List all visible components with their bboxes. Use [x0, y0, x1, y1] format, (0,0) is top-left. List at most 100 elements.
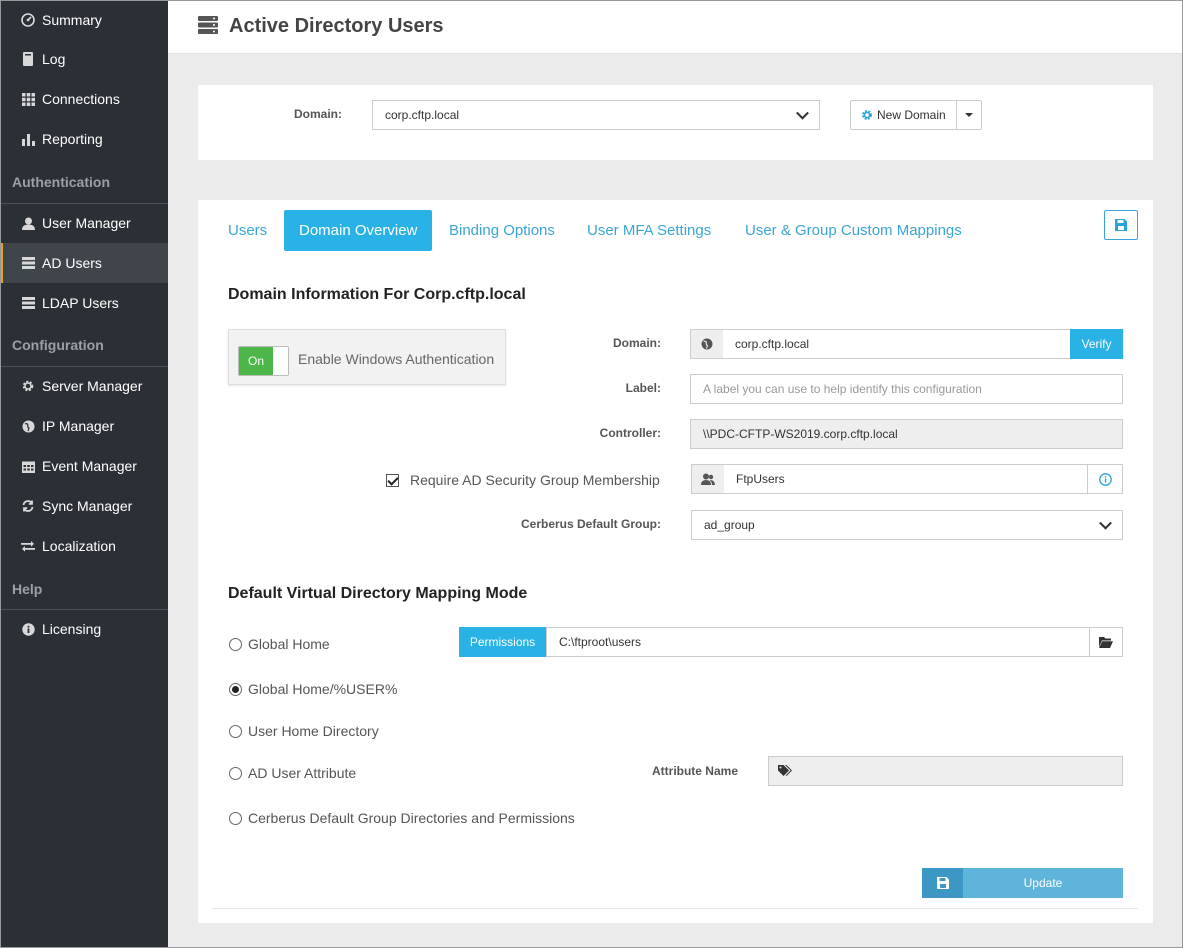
update-label: Update — [1023, 876, 1063, 890]
floppy-disk-icon — [922, 868, 963, 898]
tab-users[interactable]: Users — [228, 210, 267, 251]
sidebar-item-server-manager[interactable]: Server Manager — [0, 366, 168, 406]
windows-auth-toggle[interactable]: On — [238, 346, 289, 376]
default-group-label: Cerberus Default Group: — [520, 517, 661, 531]
sidebar-item-ip-manager[interactable]: IP Manager — [0, 406, 168, 446]
sidebar-item-label: LDAP Users — [42, 295, 119, 311]
floppy-disk-icon — [1115, 219, 1127, 231]
home-path-value: C:\ftproot\users — [559, 635, 642, 649]
domain-info-title: Domain Information For Corp.cftp.local — [228, 286, 526, 303]
mapping-mode-title: Default Virtual Directory Mapping Mode — [228, 585, 528, 602]
sidebar-item-label: Reporting — [42, 131, 103, 147]
browse-folder-button[interactable] — [1089, 627, 1123, 657]
sidebar-item-sync-manager[interactable]: Sync Manager — [0, 486, 168, 526]
radio-user-home-directory-label: User Home Directory — [248, 723, 379, 739]
security-group-field[interactable]: FtpUsers — [724, 464, 1088, 494]
new-domain-button-group: New Domain — [850, 100, 982, 130]
gear-icon — [21, 379, 35, 393]
toggle-on-label: On — [239, 347, 273, 375]
sidebar-item-label: Log — [42, 51, 66, 67]
globe-icon — [21, 419, 35, 433]
radio-global-home-label: Global Home — [248, 636, 330, 652]
sidebar-item-label: User Manager — [42, 215, 131, 231]
domain-field[interactable]: corp.cftp.local — [723, 329, 1071, 359]
domain-select[interactable]: corp.cftp.local — [372, 100, 820, 130]
radio-global-home-user-label: Global Home/%USER% — [248, 681, 398, 697]
server-icon — [198, 16, 218, 34]
permissions-button[interactable]: Permissions — [459, 627, 546, 657]
tab-binding-options[interactable]: Binding Options — [449, 210, 555, 251]
calendar-icon — [21, 459, 35, 473]
default-group-select[interactable]: ad_group — [691, 510, 1123, 540]
refresh-icon — [21, 499, 35, 513]
tab-user-group-custom-mappings[interactable]: User & Group Custom Mappings — [745, 210, 962, 251]
radio-user-home-directory[interactable] — [229, 725, 242, 738]
new-domain-dropdown-toggle[interactable] — [957, 101, 981, 129]
windows-auth-label: Enable Windows Authentication — [298, 351, 495, 367]
server-icon — [21, 256, 35, 270]
radio-ad-user-attribute-label: AD User Attribute — [248, 765, 357, 781]
info-icon — [1098, 472, 1112, 486]
sidebar-item-reporting[interactable]: Reporting — [0, 119, 168, 159]
exchange-icon — [21, 539, 35, 553]
sidebar-item-ad-users[interactable]: AD Users — [0, 243, 168, 283]
sidebar-item-label: Server Manager — [42, 378, 143, 394]
sidebar-item-connections[interactable]: Connections — [0, 79, 168, 119]
tab-domain-overview[interactable]: Domain Overview — [284, 210, 433, 251]
sidebar-item-label: Summary — [42, 12, 102, 28]
tags-icon — [768, 756, 802, 786]
require-group-label: Require AD Security Group Membership — [410, 472, 660, 488]
radio-ad-user-attribute[interactable] — [229, 767, 242, 780]
sidebar-item-label: AD Users — [42, 255, 102, 271]
gear-icon — [862, 110, 872, 120]
sidebar-item-label: Localization — [42, 538, 116, 554]
divider — [212, 908, 1138, 909]
default-group-value: ad_group — [704, 518, 755, 532]
sidebar-item-label: Sync Manager — [42, 498, 133, 514]
domain-field-value: corp.cftp.local — [735, 337, 810, 351]
sidebar-item-label: Event Manager — [42, 458, 137, 474]
sidebar-item-licensing[interactable]: Licensing — [0, 609, 168, 649]
radio-global-home-user[interactable] — [229, 683, 242, 696]
security-group-value: FtpUsers — [736, 472, 785, 486]
sidebar-item-user-manager[interactable]: User Manager — [0, 203, 168, 243]
attribute-name-field — [801, 756, 1123, 786]
info-icon — [21, 622, 35, 636]
radio-default-group-directories[interactable] — [229, 812, 242, 825]
user-icon — [21, 216, 35, 230]
chevron-down-icon — [796, 106, 809, 120]
dashboard-icon — [21, 13, 35, 27]
caret-down-icon — [964, 113, 973, 117]
bar-chart-icon — [21, 132, 35, 146]
require-group-checkbox[interactable] — [386, 474, 399, 487]
page-header: Active Directory Users — [168, 0, 1183, 54]
radio-global-home[interactable] — [229, 638, 242, 651]
tab-user-mfa-settings[interactable]: User MFA Settings — [587, 210, 711, 251]
domain-field-label: Domain: — [613, 336, 661, 350]
sidebar-item-ldap-users[interactable]: LDAP Users — [0, 283, 168, 323]
home-path-field[interactable]: C:\ftproot\users — [546, 627, 1090, 657]
users-icon — [691, 464, 725, 494]
group-info-button[interactable] — [1087, 464, 1123, 494]
label-field[interactable]: A label you can use to help identify thi… — [690, 374, 1123, 404]
sidebar-item-label: Licensing — [42, 621, 102, 637]
sidebar-item-summary[interactable]: Summary — [0, 0, 168, 40]
sidebar-item-log[interactable]: Log — [0, 39, 168, 79]
verify-button[interactable]: Verify — [1070, 329, 1123, 359]
save-button[interactable] — [1104, 210, 1138, 240]
page-title: Active Directory Users — [229, 15, 444, 37]
globe-icon — [690, 329, 724, 359]
radio-default-group-directories-label: Cerberus Default Group Directories and P… — [248, 810, 575, 826]
new-domain-label: New Domain — [877, 108, 946, 122]
section-help: Help — [12, 581, 43, 597]
sidebar-item-localization[interactable]: Localization — [0, 526, 168, 566]
label-field-placeholder: A label you can use to help identify thi… — [703, 382, 982, 396]
sidebar-item-label: Connections — [42, 91, 120, 107]
section-configuration: Configuration — [12, 337, 104, 353]
new-domain-button[interactable]: New Domain — [851, 101, 957, 129]
grid-icon — [21, 92, 35, 106]
sidebar-item-event-manager[interactable]: Event Manager — [0, 446, 168, 486]
section-authentication: Authentication — [12, 174, 110, 190]
update-button[interactable]: Update — [922, 868, 1123, 898]
server-icon — [21, 296, 35, 310]
